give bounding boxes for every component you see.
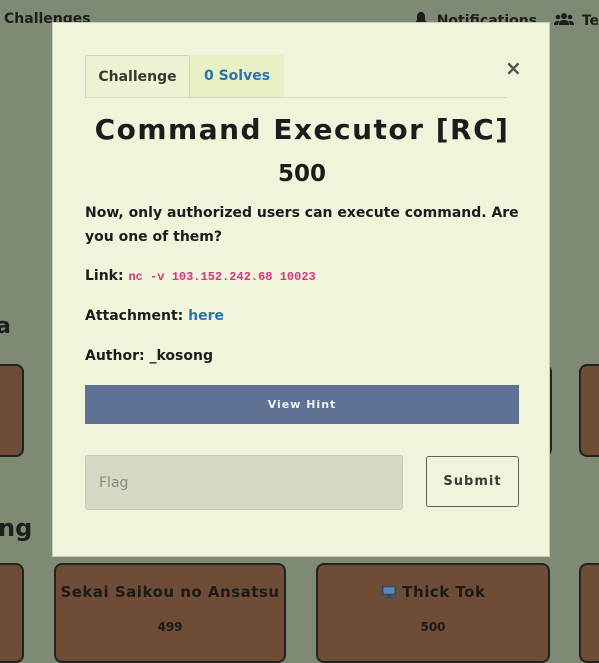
challenge-card[interactable]: Thick Tok 500: [316, 563, 550, 663]
challenge-card-title: Thick Tok: [402, 583, 486, 601]
challenge-card-value: 500: [420, 620, 446, 634]
connection-command: nc -v 103.152.242.68 10023: [128, 270, 316, 284]
challenge-card-title-row: Thick Tok: [318, 583, 548, 603]
flag-input[interactable]: [85, 455, 403, 510]
challenge-card-partial[interactable]: [0, 364, 24, 457]
users-icon: [553, 12, 574, 30]
challenge-card-title: Sekai Saikou no Ansatsu: [60, 583, 280, 601]
close-icon: ×: [505, 56, 522, 80]
challenge-card-partial[interactable]: [0, 563, 24, 663]
category-heading-partial: a: [0, 314, 11, 339]
challenge-points: 500: [277, 161, 326, 187]
author-line: Author: _kosong: [85, 348, 213, 364]
challenge-description: Now, only authorized users can execute c…: [85, 205, 519, 245]
category-heading-partial-2: ng: [0, 514, 33, 542]
link-label: Link:: [85, 268, 124, 284]
attachment-line: Attachment: here: [85, 308, 224, 324]
attachment-link[interactable]: here: [188, 308, 224, 324]
nav-team-link[interactable]: Te: [582, 13, 599, 29]
challenge-card[interactable]: Sekai Saikou no Ansatsu 499: [54, 563, 286, 663]
challenge-card-partial[interactable]: [579, 364, 599, 457]
author-label: Author:: [85, 348, 145, 364]
connection-line: Link: nc -v 103.152.242.68 10023: [85, 268, 316, 284]
challenge-title: Command Executor [RC]: [94, 113, 510, 146]
tab-solves[interactable]: 0 Solves: [190, 55, 284, 97]
challenge-modal: Challenge 0 Solves × Command Executor [R…: [52, 22, 550, 557]
tab-challenge[interactable]: Challenge: [85, 55, 190, 97]
submit-button[interactable]: Submit: [426, 456, 519, 507]
attachment-label: Attachment:: [85, 308, 184, 324]
close-button[interactable]: ×: [505, 56, 522, 80]
modal-tabs: Challenge 0 Solves: [85, 55, 507, 98]
computer-icon: [381, 585, 397, 603]
challenge-card-partial[interactable]: [579, 563, 599, 663]
view-hint-button[interactable]: View Hint: [85, 385, 519, 424]
author-name: _kosong: [149, 348, 213, 364]
challenge-card-value: 499: [157, 620, 183, 634]
